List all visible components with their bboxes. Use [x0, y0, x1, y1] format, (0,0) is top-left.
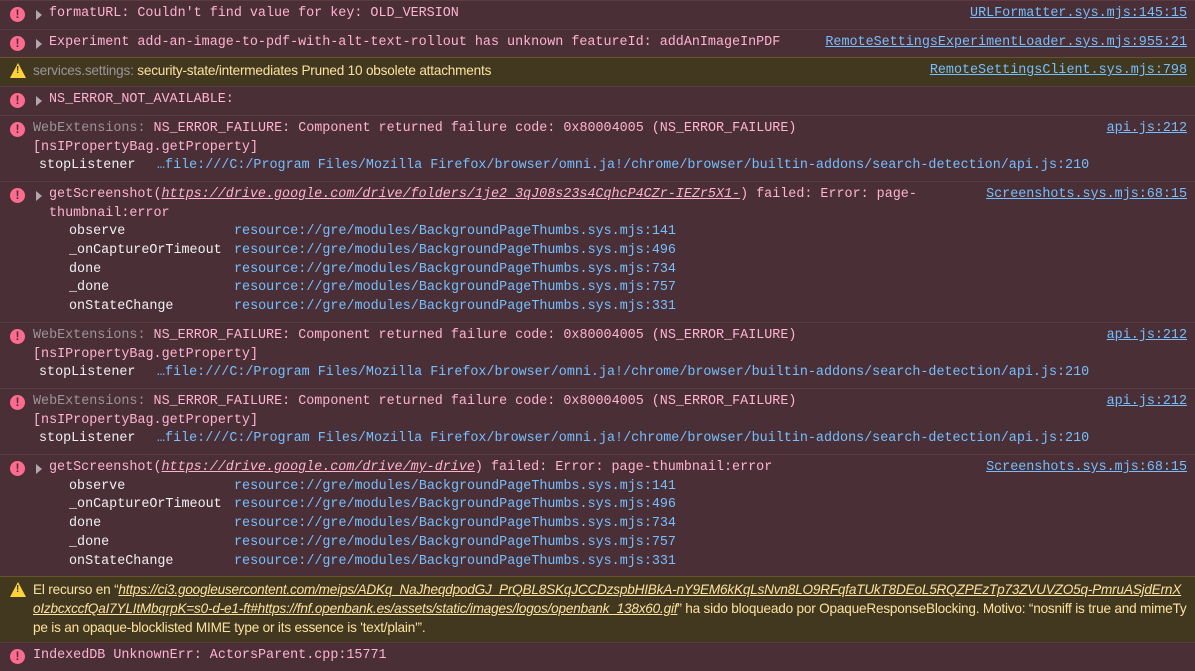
- message-url-link[interactable]: https://drive.google.com/drive/folders/1…: [162, 187, 741, 202]
- message-body: getScreenshot(: [49, 186, 162, 202]
- stack-frame: stopListener …file:///C:/Program Files/Mo…: [33, 157, 1187, 176]
- message-body: NS_ERROR_FAILURE: Component returned fai…: [33, 327, 797, 362]
- stack-function-name: done: [69, 516, 102, 532]
- console-message-error: ! WebExtensions: NS_ERROR_FAILURE: Compon…: [0, 114, 1195, 181]
- stack-frame: observe resource://gre/modules/Background…: [49, 478, 1187, 497]
- source-link[interactable]: api.js:212: [1107, 327, 1187, 346]
- source-link[interactable]: Screenshots.sys.mjs:68:15: [986, 186, 1187, 205]
- stack-frame: observe resource://gre/modules/Background…: [49, 223, 1187, 242]
- stack-frame: stopListener …file:///C:/Program Files/Mo…: [33, 364, 1187, 383]
- message-prefix: services.settings:: [33, 63, 134, 79]
- message-body: ) failed: Error: page-thumbnail:error: [474, 460, 773, 476]
- message-url-link[interactable]: https://drive.google.com/drive/my-drive: [162, 460, 475, 475]
- stack-function-name: stopListener: [39, 365, 136, 381]
- error-icon: !: [10, 394, 25, 410]
- stack-function-name: onStateChange: [69, 299, 174, 315]
- source-link[interactable]: api.js:212: [1107, 393, 1187, 412]
- expand-arrow-icon[interactable]: [36, 464, 42, 475]
- stack-frame: stopListener …file:///C:/Program Files/Mo…: [33, 430, 1187, 449]
- stack-location-link[interactable]: resource://gre/modules/BackgroundPageThu…: [234, 534, 676, 553]
- message-prefix: WebExtensions:: [33, 393, 146, 409]
- console-message-error: ! WebExtensions: NS_ERROR_FAILURE: Compon…: [0, 321, 1195, 388]
- stack-function-name: stopListener: [39, 431, 136, 447]
- stack-function-name: observe: [69, 478, 126, 494]
- stack-frame: done resource://gre/modules/BackgroundPag…: [49, 261, 1187, 280]
- stack-frame: _done resource://gre/modules/BackgroundPa…: [49, 279, 1187, 298]
- stack-function-name: done: [69, 261, 102, 277]
- expand-arrow-icon[interactable]: [36, 10, 42, 20]
- message-text: IndexedDB UnknownErr: ActorsParent.cpp:1…: [33, 647, 1187, 666]
- warning-icon: !: [10, 582, 26, 598]
- message-text: WebExtensions: NS_ERROR_FAILURE: Compone…: [33, 120, 1187, 157]
- stack-frame: done resource://gre/modules/BackgroundPag…: [49, 515, 1187, 534]
- source-link[interactable]: RemoteSettingsClient.sys.mjs:798: [930, 62, 1187, 81]
- console-message-error: ! getScreenshot(https://drive.google.com/…: [0, 454, 1195, 577]
- stack-location-link[interactable]: resource://gre/modules/BackgroundPageThu…: [234, 553, 676, 572]
- stack-frame: _onCaptureOrTimeout resource://gre/module…: [49, 496, 1187, 515]
- error-icon: !: [10, 649, 25, 665]
- source-link[interactable]: api.js:212: [1107, 120, 1187, 139]
- stack-function-name: _onCaptureOrTimeout: [69, 497, 222, 513]
- expand-arrow-icon[interactable]: [36, 38, 42, 49]
- stack-location-link[interactable]: resource://gre/modules/BackgroundPageThu…: [234, 261, 676, 280]
- stack-function-name: observe: [69, 224, 126, 240]
- error-icon: !: [10, 328, 25, 344]
- message-body: NS_ERROR_FAILURE: Component returned fai…: [33, 393, 797, 428]
- message-body: NS_ERROR_NOT_AVAILABLE:: [49, 92, 234, 108]
- stack-location-link[interactable]: resource://gre/modules/BackgroundPageThu…: [234, 515, 676, 534]
- console-message-error: ! NS_ERROR_NOT_AVAILABLE:: [0, 86, 1195, 115]
- expand-arrow-icon[interactable]: [36, 190, 42, 201]
- stack-function-name: stopListener: [39, 158, 136, 174]
- source-link[interactable]: RemoteSettingsExperimentLoader.sys.mjs:9…: [825, 34, 1187, 53]
- stack-location-link[interactable]: resource://gre/modules/BackgroundPageThu…: [234, 242, 676, 261]
- stack-function-name: _done: [69, 534, 110, 550]
- message-body: Experiment add-an-image-to-pdf-with-alt-…: [49, 34, 781, 50]
- message-prefix: WebExtensions:: [33, 327, 146, 343]
- error-icon: !: [10, 7, 25, 22]
- error-icon: !: [10, 187, 25, 203]
- message-body: IndexedDB UnknownErr: ActorsParent.cpp:1…: [33, 648, 387, 664]
- message-body: El recurso en “: [33, 582, 119, 598]
- stack-location-link[interactable]: …file:///C:/Program Files/Mozilla Firefo…: [157, 364, 1089, 383]
- warning-icon: !: [10, 63, 26, 79]
- error-icon: !: [10, 121, 25, 137]
- stack-location-link[interactable]: resource://gre/modules/BackgroundPageThu…: [234, 279, 676, 298]
- console-message-error: ! IndexedDB UnknownErr: ActorsParent.cpp:…: [0, 642, 1195, 671]
- message-body: NS_ERROR_FAILURE: Component returned fai…: [33, 120, 797, 155]
- stack-location-link[interactable]: resource://gre/modules/BackgroundPageThu…: [234, 223, 676, 242]
- message-prefix: WebExtensions:: [33, 120, 146, 136]
- message-text: WebExtensions: NS_ERROR_FAILURE: Compone…: [33, 327, 1187, 364]
- expand-arrow-icon[interactable]: [36, 96, 42, 107]
- stack-location-link[interactable]: resource://gre/modules/BackgroundPageThu…: [234, 298, 676, 317]
- stack-function-name: _onCaptureOrTimeout: [69, 243, 222, 259]
- source-link[interactable]: Screenshots.sys.mjs:68:15: [986, 459, 1187, 478]
- stack-location-link[interactable]: …file:///C:/Program Files/Mozilla Firefo…: [157, 430, 1089, 449]
- stack-location-link[interactable]: resource://gre/modules/BackgroundPageThu…: [234, 478, 676, 497]
- stack-frame: onStateChange resource://gre/modules/Back…: [49, 298, 1187, 317]
- source-link[interactable]: URLFormatter.sys.mjs:145:15: [970, 5, 1187, 24]
- error-icon: !: [10, 93, 25, 109]
- message-text: El recurso en “https://ci3.googleusercon…: [33, 581, 1187, 637]
- message-text: WebExtensions: NS_ERROR_FAILURE: Compone…: [33, 393, 1187, 430]
- stack-function-name: _done: [69, 280, 110, 296]
- stack-frame: _onCaptureOrTimeout resource://gre/module…: [49, 242, 1187, 261]
- console-output: ! formatURL: Couldn't find value for key:…: [0, 0, 1195, 671]
- stack-frame: _done resource://gre/modules/BackgroundPa…: [49, 534, 1187, 553]
- error-icon: !: [10, 35, 25, 51]
- console-message-error: ! getScreenshot(https://drive.google.com/…: [0, 180, 1195, 322]
- stack-location-link[interactable]: resource://gre/modules/BackgroundPageThu…: [234, 496, 676, 515]
- console-message-warn: ! services.settings: security-state/inter…: [0, 57, 1195, 87]
- console-message-warn: ! El recurso en “https://ci3.googleuserco…: [0, 576, 1195, 643]
- message-text: NS_ERROR_NOT_AVAILABLE:: [49, 91, 1187, 110]
- stack-location-link[interactable]: …file:///C:/Program Files/Mozilla Firefo…: [157, 157, 1089, 176]
- error-icon: !: [10, 461, 25, 477]
- console-message-error: ! WebExtensions: NS_ERROR_FAILURE: Compon…: [0, 387, 1195, 455]
- message-body: formatURL: Couldn't find value for key: …: [49, 6, 459, 21]
- stack-frame: onStateChange resource://gre/modules/Back…: [49, 553, 1187, 572]
- stack-function-name: onStateChange: [69, 553, 174, 569]
- console-message-error: ! formatURL: Couldn't find value for key:…: [0, 0, 1195, 29]
- message-body: getScreenshot(: [49, 460, 162, 476]
- console-message-error: ! Experiment add-an-image-to-pdf-with-alt…: [0, 28, 1195, 58]
- message-body: security-state/intermediates Pruned 10 o…: [137, 63, 492, 79]
